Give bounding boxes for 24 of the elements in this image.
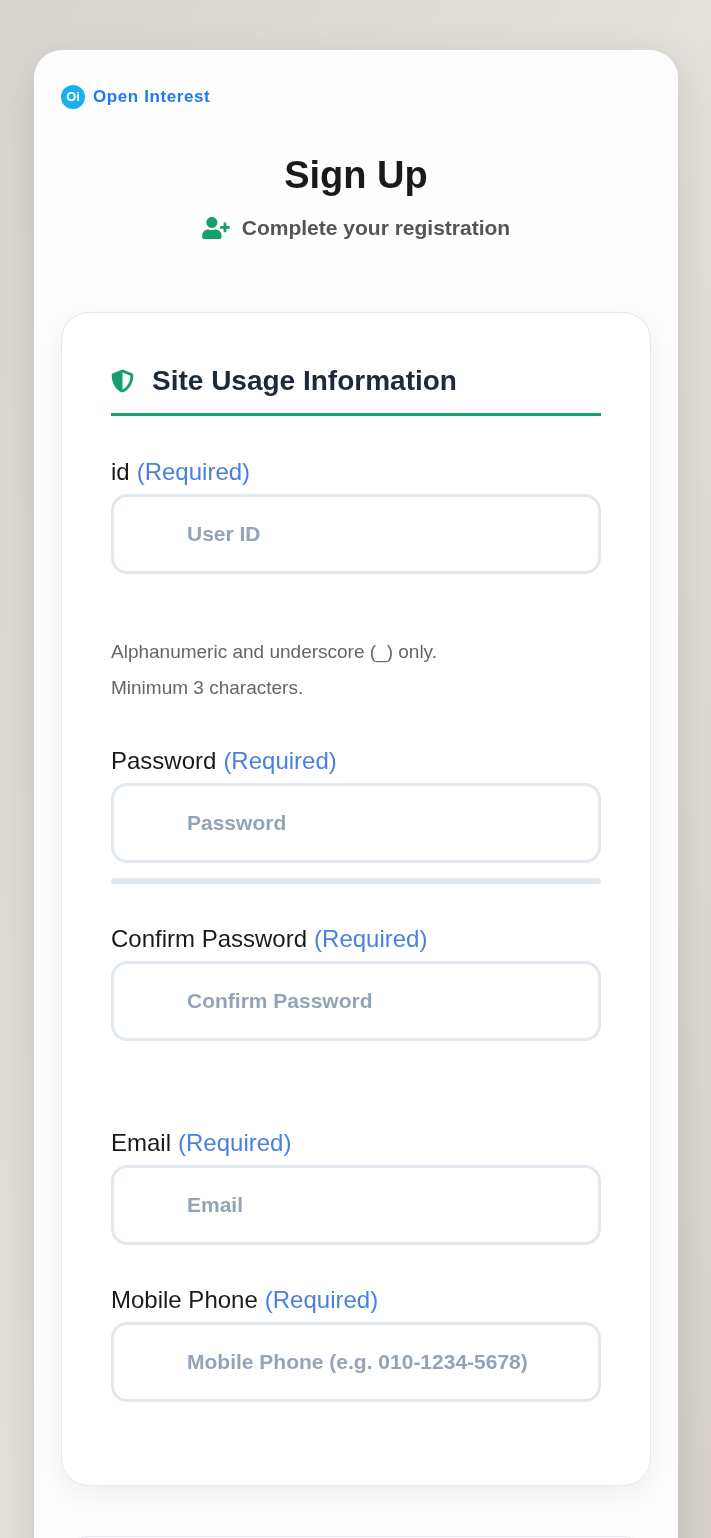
input-field[interactable]: Mobile Phone (e.g. 010-1234-5678) [111, 1321, 601, 1402]
required-note: (Required) [314, 923, 428, 954]
field-label: Password [111, 745, 217, 776]
logo-text: Open Interest [93, 86, 211, 108]
input-field[interactable]: Password [111, 782, 601, 863]
input-field[interactable]: Email [111, 1164, 601, 1245]
required-note: (Required) [264, 1284, 379, 1315]
required-note: (Required) [223, 745, 337, 776]
required-note: (Required) [136, 456, 251, 487]
page-subtitle: Complete your registration [241, 214, 511, 241]
field-label: id [111, 456, 130, 487]
logo-mark: Oi [61, 84, 85, 109]
input-field[interactable]: Confirm Password [111, 960, 601, 1041]
user-plus-icon [201, 216, 230, 239]
input-field[interactable]: User ID [111, 493, 601, 574]
hint-text: Minimum 3 characters. [111, 675, 305, 700]
hint-text: Alphanumeric and underscore (_) only. [111, 639, 438, 665]
field-label: Email [111, 1127, 171, 1158]
field-label: Mobile Phone [111, 1284, 258, 1315]
shield-icon [111, 367, 134, 394]
field-label: Confirm Password [111, 923, 308, 954]
required-note: (Required) [178, 1127, 292, 1158]
section-title: Site Usage Information [152, 363, 457, 398]
page-heading: Sign Up [284, 152, 428, 198]
